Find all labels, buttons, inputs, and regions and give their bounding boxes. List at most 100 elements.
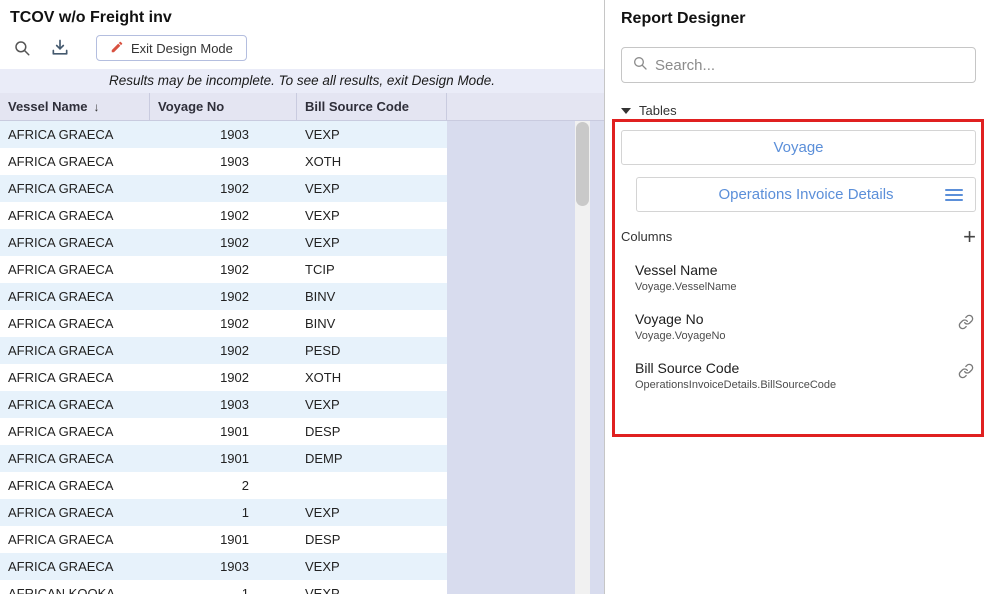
designer-column-name: Voyage No <box>635 311 976 327</box>
columns-list: Vessel NameVoyage.VesselNameVoyage NoVoy… <box>605 262 992 391</box>
design-mode-notice: Results may be incomplete. To see all re… <box>0 69 604 93</box>
table-cell: 1 <box>150 499 297 526</box>
table-row[interactable]: AFRICA GRAECA1902BINV <box>0 283 447 310</box>
vertical-scrollbar[interactable] <box>575 121 590 594</box>
collapse-triangle-icon <box>621 108 631 114</box>
download-icon[interactable] <box>48 36 72 60</box>
table-cell: BINV <box>297 283 447 310</box>
table-cell: 1903 <box>150 553 297 580</box>
table-cell: AFRICA GRAECA <box>0 175 150 202</box>
table-cell: 1901 <box>150 526 297 553</box>
add-column-icon[interactable]: + <box>963 230 976 244</box>
table-row[interactable]: AFRICA GRAECA1901DESP <box>0 526 447 553</box>
column-header-voyage-no[interactable]: Voyage No <box>150 93 297 120</box>
table-cell: VEXP <box>297 553 447 580</box>
table-cell: AFRICA GRAECA <box>0 445 150 472</box>
table-cell: 1902 <box>150 175 297 202</box>
table-button-operations-invoice-details[interactable]: Operations Invoice Details <box>636 177 976 212</box>
columns-header: Columns + <box>621 229 976 244</box>
table-row[interactable]: AFRICA GRAECA1903VEXP <box>0 121 447 148</box>
table-row[interactable]: AFRICA GRAECA1901DEMP <box>0 445 447 472</box>
table-row[interactable]: AFRICA GRAECA1902BINV <box>0 310 447 337</box>
column-header-label: Voyage No <box>158 99 224 114</box>
column-header-vessel-name[interactable]: Vessel Name ↓ <box>0 93 150 120</box>
table-cell: AFRICA GRAECA <box>0 391 150 418</box>
table-row[interactable]: AFRICA GRAECA1902VEXP <box>0 229 447 256</box>
search-icon[interactable] <box>10 36 34 60</box>
designer-column-item[interactable]: Bill Source CodeOperationsInvoiceDetails… <box>635 360 976 391</box>
table-cell: AFRICA GRAECA <box>0 229 150 256</box>
designer-column-name: Vessel Name <box>635 262 976 278</box>
table-cell: 1901 <box>150 418 297 445</box>
columns-label: Columns <box>621 229 672 244</box>
table-cell: 1903 <box>150 148 297 175</box>
table-row[interactable]: AFRICA GRAECA1901DESP <box>0 418 447 445</box>
scrollbar-thumb[interactable] <box>576 122 589 206</box>
table-cell: 1902 <box>150 310 297 337</box>
report-toolbar: Exit Design Mode <box>0 29 604 69</box>
table-cell: AFRICA GRAECA <box>0 337 150 364</box>
column-header-bill-source-code[interactable]: Bill Source Code <box>297 93 447 120</box>
table-cell: DEMP <box>297 445 447 472</box>
table-row[interactable]: AFRICA GRAECA1903VEXP <box>0 391 447 418</box>
table-cell: 1902 <box>150 229 297 256</box>
table-cell: 1902 <box>150 256 297 283</box>
table-cell: DESP <box>297 418 447 445</box>
table-button-label: Operations Invoice Details <box>718 186 893 203</box>
table-header: Vessel Name ↓ Voyage No Bill Source Code <box>0 93 604 121</box>
table-cell: TCIP <box>297 256 447 283</box>
table-cell: VEXP <box>297 121 447 148</box>
tables-section-label: Tables <box>639 103 677 118</box>
table-button-voyage[interactable]: Voyage <box>621 130 976 165</box>
designer-column-item[interactable]: Voyage No Voyage.VoyageNo <box>635 311 976 342</box>
table-cell: AFRICAN KOOKA <box>0 580 150 594</box>
table-row[interactable]: AFRICA GRAECA1903XOTH <box>0 148 447 175</box>
table-cell: AFRICA GRAECA <box>0 283 150 310</box>
table-cell: BINV <box>297 310 447 337</box>
report-designer-panel: Report Designer Tables Voyage Operations… <box>605 0 992 594</box>
designer-search-input[interactable] <box>655 57 965 74</box>
table-button-label: Voyage <box>773 139 823 156</box>
link-icon[interactable] <box>958 363 974 384</box>
table-cell: 1903 <box>150 391 297 418</box>
table-cell: AFRICA GRAECA <box>0 472 150 499</box>
table-row[interactable]: AFRICA GRAECA1902VEXP <box>0 175 447 202</box>
table-row[interactable]: AFRICA GRAECA1902XOTH <box>0 364 447 391</box>
column-header-label: Vessel Name <box>8 99 88 114</box>
table-cell <box>297 472 447 499</box>
tables-section-toggle[interactable]: Tables <box>605 103 992 118</box>
table-cell: 1903 <box>150 121 297 148</box>
designer-column-source: Voyage.VesselName <box>635 281 976 293</box>
column-header-label: Bill Source Code <box>305 99 409 114</box>
table-cell: PESD <box>297 337 447 364</box>
table-row[interactable]: AFRICA GRAECA1VEXP <box>0 499 447 526</box>
exit-design-mode-label: Exit Design Mode <box>131 41 233 56</box>
table-row[interactable]: AFRICA GRAECA1902VEXP <box>0 202 447 229</box>
designer-title: Report Designer <box>605 0 992 28</box>
table-cell: 1901 <box>150 445 297 472</box>
sort-arrow-icon: ↓ <box>94 100 100 114</box>
table-cell: AFRICA GRAECA <box>0 364 150 391</box>
table-cell: AFRICA GRAECA <box>0 121 150 148</box>
table-cell: VEXP <box>297 175 447 202</box>
designer-column-source: Voyage.VoyageNo <box>635 330 976 342</box>
table-cell: AFRICA GRAECA <box>0 418 150 445</box>
header-filler <box>447 93 604 120</box>
table-cell: 1902 <box>150 202 297 229</box>
menu-icon[interactable] <box>945 188 963 202</box>
table-row[interactable]: AFRICAN KOOKA1VEXP <box>0 580 447 594</box>
table-cell: 1902 <box>150 364 297 391</box>
table-row[interactable]: AFRICA GRAECA1903VEXP <box>0 553 447 580</box>
table-row[interactable]: AFRICA GRAECA2 <box>0 472 447 499</box>
link-icon[interactable] <box>958 314 974 335</box>
designer-column-item[interactable]: Vessel Name Voyage.VesselName <box>635 262 976 293</box>
exit-design-mode-button[interactable]: Exit Design Mode <box>96 35 247 61</box>
table-cell: AFRICA GRAECA <box>0 499 150 526</box>
table-cell: XOTH <box>297 364 447 391</box>
table-row[interactable]: AFRICA GRAECA1902TCIP <box>0 256 447 283</box>
table-cell: DESP <box>297 526 447 553</box>
app-window: TCOV w/o Freight inv Exit Design Mode <box>0 0 992 594</box>
table-row[interactable]: AFRICA GRAECA1902PESD <box>0 337 447 364</box>
table-cell: AFRICA GRAECA <box>0 256 150 283</box>
table-cell: AFRICA GRAECA <box>0 310 150 337</box>
